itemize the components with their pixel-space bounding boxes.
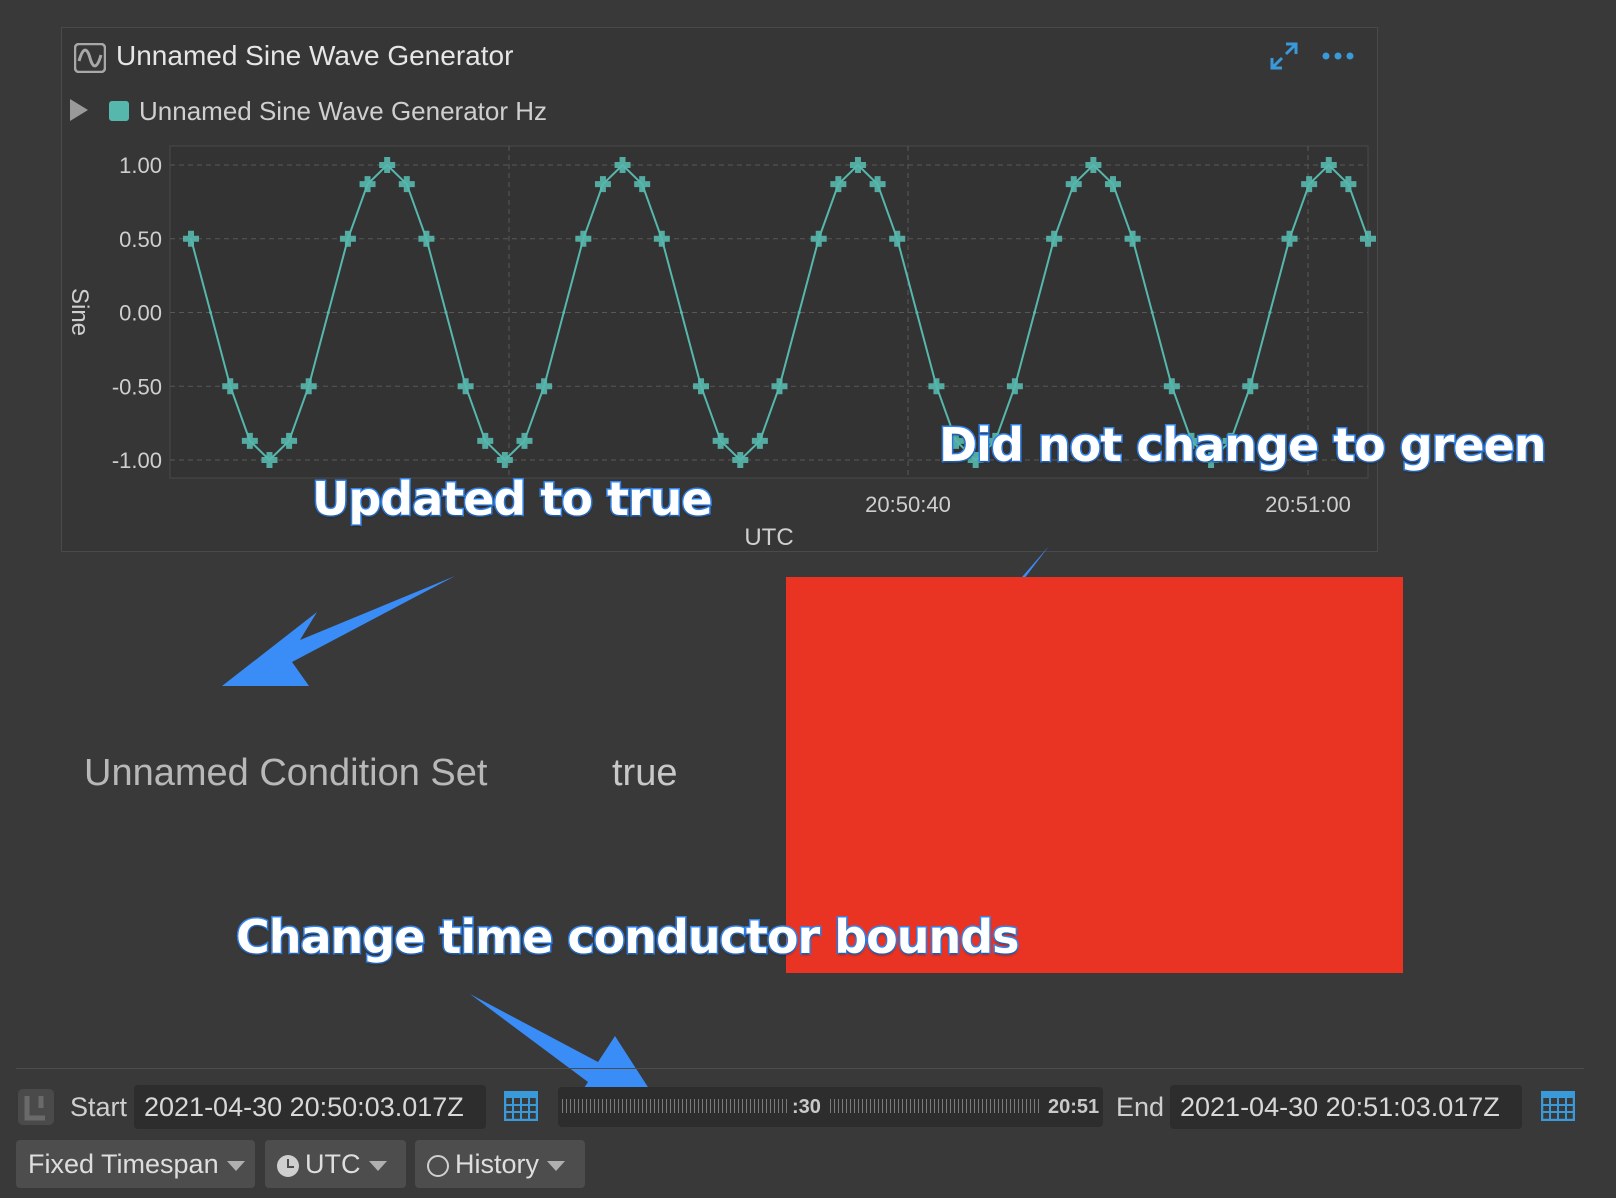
time-conductor-divider <box>16 1068 1584 1069</box>
timeline-tick-label: :30 <box>792 1096 821 1118</box>
y-tick-label: 1.00 <box>119 153 162 178</box>
timeline-tick-label: 20:51 <box>1048 1096 1100 1118</box>
clock-icon <box>277 1154 299 1177</box>
callout-updated: Updated to true <box>311 471 715 528</box>
x-tick-label: 20:51:00 <box>1265 492 1351 517</box>
timezone-button[interactable]: UTC <box>265 1140 406 1188</box>
chevron-down-icon <box>226 1160 245 1171</box>
data-point <box>679 311 683 314</box>
condition-set-value: true <box>612 752 678 794</box>
start-label: Start <box>70 1092 128 1122</box>
y-tick-label: 0.00 <box>119 301 162 326</box>
data-point <box>209 311 213 314</box>
chevron-down-icon <box>368 1160 387 1171</box>
time-mode-button[interactable]: Fixed Timespan <box>16 1140 255 1188</box>
y-tick-label: 0.50 <box>119 227 162 252</box>
data-point <box>1033 311 1037 314</box>
history-label: History <box>455 1149 540 1179</box>
x-tick-label: 20:50:40 <box>865 492 951 517</box>
timezone-label: UTC <box>305 1149 361 1179</box>
condition-set-label: Unnamed Condition Set <box>84 752 488 794</box>
time-conductor-timeline[interactable]: :30 20:51 <box>558 1087 1103 1127</box>
time-mode-label: Fixed Timespan <box>28 1149 219 1179</box>
end-label: End <box>1116 1092 1165 1122</box>
data-point <box>562 311 566 314</box>
history-button[interactable]: History <box>415 1140 585 1188</box>
data-point <box>1268 311 1272 314</box>
end-calendar-icon[interactable] <box>1541 1091 1575 1121</box>
end-date-input[interactable]: 2021-04-30 20:51:03.017Z <box>1170 1085 1522 1129</box>
data-point <box>915 311 919 314</box>
callout-not-green: Did not change to green <box>938 417 1549 474</box>
timeline-ticks-right <box>830 1099 1042 1113</box>
callout-bounds: Change time conductor bounds <box>235 909 1022 966</box>
data-point <box>326 311 330 314</box>
arrow-to-condition-value <box>222 576 455 686</box>
y-tick-label: -1.00 <box>112 448 162 473</box>
clock-mode-icon[interactable] <box>17 1088 55 1126</box>
y-tick-label: -0.50 <box>112 374 162 399</box>
data-point <box>797 311 801 314</box>
start-date-input[interactable]: 2021-04-30 20:50:03.017Z <box>134 1085 486 1129</box>
timeline-ticks-left <box>562 1099 788 1113</box>
history-icon <box>427 1154 449 1177</box>
chevron-down-icon <box>547 1160 566 1171</box>
data-point <box>444 311 448 314</box>
x-axis-label: UTC <box>744 524 793 551</box>
y-axis-label: Sine <box>66 288 93 336</box>
data-point <box>1150 311 1154 314</box>
start-calendar-icon[interactable] <box>504 1091 538 1121</box>
